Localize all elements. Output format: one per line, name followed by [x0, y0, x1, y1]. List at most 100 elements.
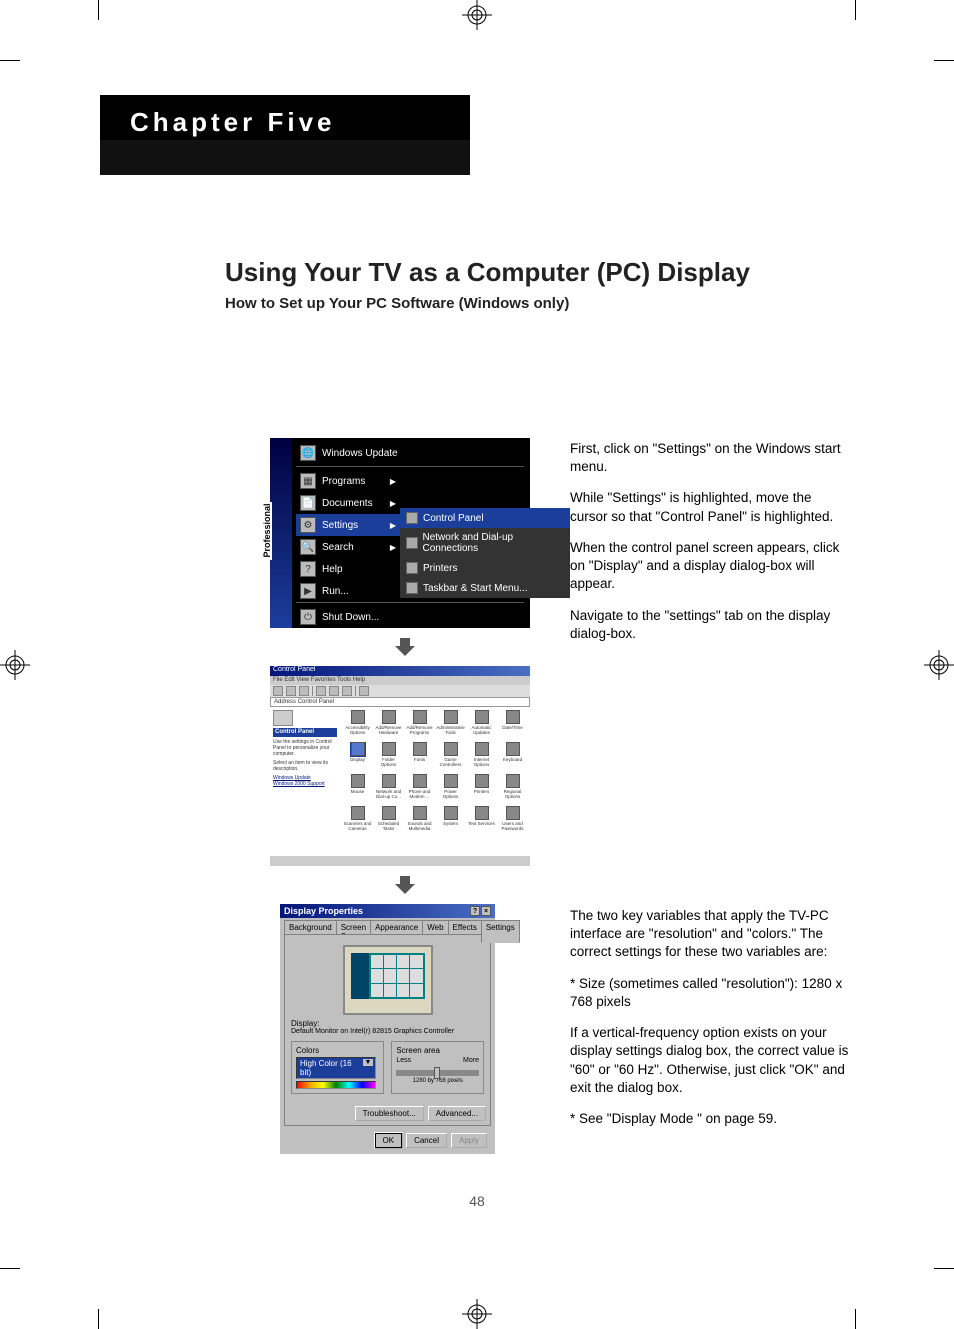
page-number: 48 — [0, 1193, 954, 1209]
apply-button[interactable]: Apply — [451, 1133, 487, 1148]
control-panel-item[interactable]: Keyboard — [498, 742, 527, 772]
control-panel-item[interactable]: Automatic Updates — [467, 710, 496, 740]
taskbar-icon — [406, 582, 418, 594]
control-panel-item[interactable]: Administrative Tools — [436, 710, 465, 740]
back-button[interactable] — [273, 686, 283, 696]
start-menu-programs[interactable]: ▦Programs▶ — [296, 470, 400, 492]
start-menu-windows-update[interactable]: 🌐Windows Update — [296, 442, 400, 464]
crop-mark — [934, 1268, 954, 1269]
control-panel-item[interactable]: Network and Dial-up Co... — [374, 774, 403, 804]
control-panel-icons-grid: Accessibility OptionsAdd/Remove Hardware… — [340, 707, 530, 856]
slider-thumb[interactable] — [434, 1067, 440, 1079]
cancel-button[interactable]: Cancel — [406, 1133, 447, 1148]
submenu-network[interactable]: Network and Dial-up Connections — [400, 528, 570, 558]
start-menu-screenshot: Windows 2000 Professional 🌐Windows Updat… — [270, 438, 530, 628]
submenu-taskbar[interactable]: Taskbar & Start Menu... — [400, 578, 570, 598]
control-panel-item[interactable]: Add/Remove Programs — [405, 710, 434, 740]
network-icon — [406, 537, 418, 549]
folders-button[interactable] — [329, 686, 339, 696]
start-menu-sidebar: Windows 2000 Professional — [270, 438, 292, 628]
start-menu-settings[interactable]: ⚙Settings▶ — [296, 514, 400, 536]
help-button[interactable]: ? — [470, 906, 480, 916]
start-menu-help[interactable]: ?Help — [296, 558, 400, 580]
control-panel-item[interactable]: Power Options — [436, 774, 465, 804]
control-panel-item[interactable]: Fonts — [405, 742, 434, 772]
control-panel-item[interactable]: Date/Time — [498, 710, 527, 740]
submenu-control-panel[interactable]: Control Panel — [400, 508, 570, 528]
colors-select[interactable]: High Color (16 bit) — [296, 1057, 376, 1079]
ok-button[interactable]: OK — [375, 1133, 403, 1148]
submenu-printers[interactable]: Printers — [400, 558, 570, 578]
address-bar[interactable]: Address Control Panel — [270, 697, 530, 707]
applet-label: Display — [350, 757, 365, 762]
control-panel-item[interactable]: Internet Options — [467, 742, 496, 772]
applet-label: Accessibility Options — [343, 725, 372, 735]
search-button[interactable] — [316, 686, 326, 696]
monitor-preview — [343, 945, 433, 1015]
applet-label: Scheduled Tasks — [374, 821, 403, 831]
control-panel-item[interactable]: Mouse — [343, 774, 372, 804]
close-button[interactable]: × — [481, 906, 491, 916]
instructions-block-2: The two key variables that apply the TV-… — [570, 907, 855, 1141]
instruction-text: Navigate to the "settings" tab on the di… — [570, 607, 845, 643]
control-panel-item[interactable]: Text Services — [467, 806, 496, 836]
sidebar-text: Use the settings in Control Panel to per… — [273, 739, 337, 757]
applet-icon — [475, 742, 489, 756]
chevron-right-icon: ▶ — [390, 477, 396, 486]
chevron-right-icon: ▶ — [390, 499, 396, 508]
registration-mark — [0, 650, 30, 680]
status-bar — [270, 856, 530, 866]
sidebar-heading: Control Panel — [273, 728, 337, 737]
control-panel-item[interactable]: Accessibility Options — [343, 710, 372, 740]
forward-button[interactable] — [286, 686, 296, 696]
advanced-button[interactable]: Advanced... — [428, 1106, 486, 1121]
toolbar — [270, 685, 530, 697]
up-button[interactable] — [299, 686, 309, 696]
applet-icon — [506, 742, 520, 756]
control-panel-item[interactable]: Phone and Modem ... — [405, 774, 434, 804]
instruction-text: * Size (sometimes called "resolution"): … — [570, 975, 855, 1011]
applet-label: Keyboard — [503, 757, 522, 762]
separator — [312, 686, 313, 696]
settings-submenu: Control Panel Network and Dial-up Connec… — [400, 508, 570, 598]
applet-label: Network and Dial-up Co... — [374, 789, 403, 799]
dialog-title: Display Properties — [284, 906, 363, 916]
start-menu-documents[interactable]: 📄Documents▶ — [296, 492, 400, 514]
control-panel-item[interactable]: Users and Passwords — [498, 806, 527, 836]
control-panel-item[interactable]: Game Controllers — [436, 742, 465, 772]
applet-icon — [444, 774, 458, 788]
help-icon: ? — [300, 561, 316, 577]
applet-label: Sounds and Multimedia — [405, 821, 434, 831]
start-menu-shutdown[interactable]: ⏻Shut Down... — [296, 606, 400, 628]
applet-icon — [382, 774, 396, 788]
troubleshoot-button[interactable]: Troubleshoot... — [355, 1106, 424, 1121]
control-panel-item[interactable]: Scanners and Cameras — [343, 806, 372, 836]
instruction-text: While "Settings" is highlighted, move th… — [570, 489, 845, 525]
applet-icon — [351, 742, 365, 756]
sidebar-link-support[interactable]: Windows 2000 Support — [273, 781, 337, 787]
applet-label: Fonts — [414, 757, 425, 762]
control-panel-item[interactable]: Printers — [467, 774, 496, 804]
control-panel-item[interactable]: Add/Remove Hardware — [374, 710, 403, 740]
control-panel-item[interactable]: Regional Options — [498, 774, 527, 804]
registration-mark — [924, 650, 954, 680]
page-subtitle: How to Set up Your PC Software (Windows … — [225, 295, 569, 312]
resolution-slider[interactable] — [396, 1070, 479, 1076]
control-panel-item[interactable]: System — [436, 806, 465, 836]
applet-icon — [444, 742, 458, 756]
crop-mark — [0, 1268, 20, 1269]
control-panel-item[interactable]: Display — [343, 742, 372, 772]
history-button[interactable] — [342, 686, 352, 696]
control-panel-item[interactable]: Scheduled Tasks — [374, 806, 403, 836]
crop-mark — [98, 0, 99, 20]
chevron-right-icon: ▶ — [390, 521, 396, 530]
applet-icon — [506, 806, 520, 820]
start-menu-run[interactable]: ▶Run... — [296, 580, 400, 602]
views-button[interactable] — [359, 686, 369, 696]
applet-icon — [351, 806, 365, 820]
control-panel-item[interactable]: Sounds and Multimedia — [405, 806, 434, 836]
tab-settings[interactable]: Settings — [481, 920, 520, 943]
menu-bar[interactable]: File Edit View Favorites Tools Help — [270, 676, 530, 685]
start-menu-search[interactable]: 🔍Search▶ — [296, 536, 400, 558]
control-panel-item[interactable]: Folder Options — [374, 742, 403, 772]
